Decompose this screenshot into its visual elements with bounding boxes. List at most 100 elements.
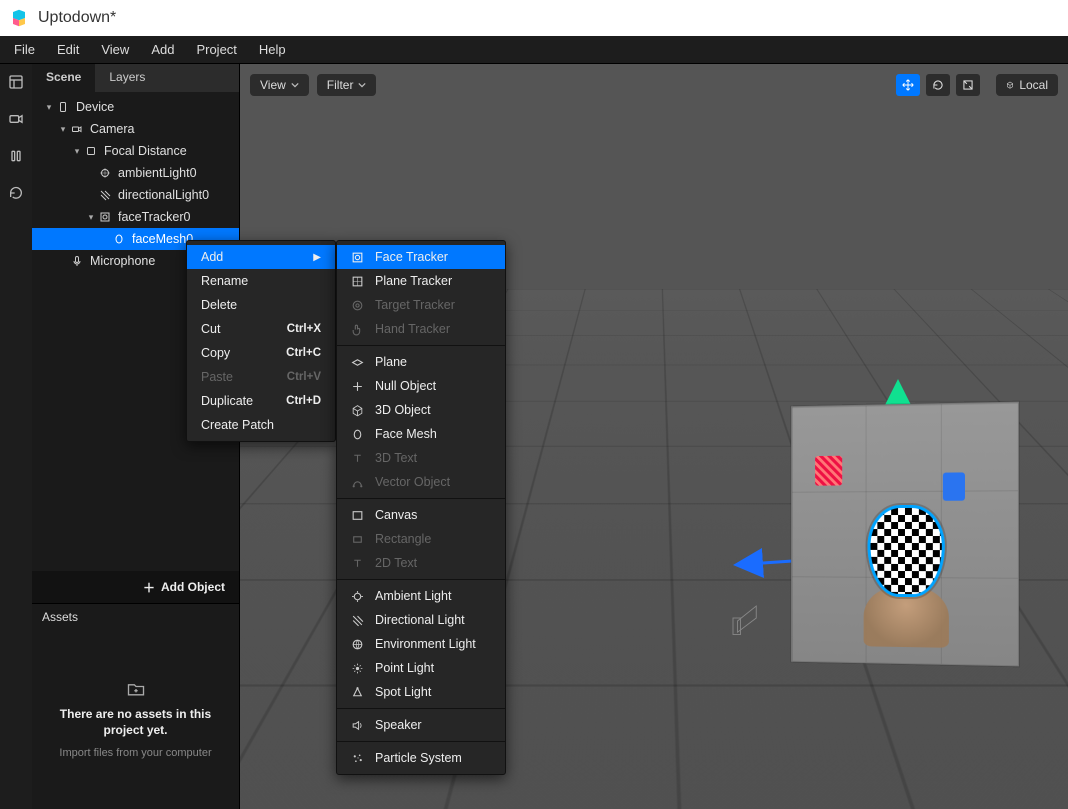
context-menu: Add ▶ Rename Delete CutCtrl+X CopyCtrl+C… — [186, 240, 336, 442]
face-mesh-icon — [110, 233, 128, 245]
layout-icon[interactable] — [8, 74, 24, 93]
sm-item-plane[interactable]: Plane — [337, 350, 505, 374]
title-bar: Uptodown* — [0, 0, 1068, 36]
text-2d-icon — [349, 557, 365, 570]
cm-item-add[interactable]: Add ▶ — [187, 245, 335, 269]
assets-panel-header[interactable]: Assets — [32, 603, 239, 629]
sm-item-speaker[interactable]: Speaker — [337, 713, 505, 737]
menu-project[interactable]: Project — [186, 38, 246, 61]
chevron-right-icon: ▶ — [305, 252, 321, 263]
sm-item-plane-tracker[interactable]: Plane Tracker — [337, 269, 505, 293]
cube-icon — [349, 404, 365, 417]
left-tool-strip — [0, 64, 32, 809]
environment-light-icon — [349, 638, 365, 651]
window-title: Uptodown* — [38, 9, 116, 27]
menu-bar: File Edit View Add Project Help — [0, 36, 1068, 64]
ambient-light-icon — [96, 167, 114, 179]
sm-item-spot-light[interactable]: Spot Light — [337, 680, 505, 704]
menu-help[interactable]: Help — [249, 38, 296, 61]
sm-item-2d-text: 2D Text — [337, 551, 505, 575]
add-submenu: Face Tracker Plane Tracker Target Tracke… — [336, 240, 506, 775]
menu-view[interactable]: View — [91, 38, 139, 61]
point-light-icon — [349, 662, 365, 675]
app-logo-icon — [10, 9, 28, 27]
cm-item-cut[interactable]: CutCtrl+X — [187, 317, 335, 341]
folder-icon — [125, 679, 147, 699]
tree-item-focal[interactable]: ▾ Focal Distance — [32, 140, 239, 162]
cube-icon — [1006, 81, 1014, 89]
cm-item-paste: PasteCtrl+V — [187, 365, 335, 389]
rotate-tool-button[interactable] — [926, 74, 950, 96]
marker-red — [815, 456, 842, 486]
menu-file[interactable]: File — [4, 38, 45, 61]
directional-light-icon — [96, 189, 114, 201]
cm-item-rename[interactable]: Rename — [187, 269, 335, 293]
sm-item-hand-tracker: Hand Tracker — [337, 317, 505, 341]
rectangle-icon — [349, 533, 365, 546]
refresh-icon[interactable] — [8, 185, 24, 204]
text-3d-icon — [349, 452, 365, 465]
sm-item-environment-light[interactable]: Environment Light — [337, 632, 505, 656]
filter-dropdown[interactable]: Filter — [317, 74, 377, 96]
pause-icon[interactable] — [8, 148, 24, 167]
sm-item-face-tracker[interactable]: Face Tracker — [337, 245, 505, 269]
sm-item-3d-text: 3D Text — [337, 446, 505, 470]
tree-item-device[interactable]: ▾ Device — [32, 96, 239, 118]
plane-tracker-icon — [349, 275, 365, 288]
sm-item-null-object[interactable]: Null Object — [337, 374, 505, 398]
scale-tool-button[interactable] — [956, 74, 980, 96]
cm-item-create-patch[interactable]: Create Patch — [187, 413, 335, 437]
view-dropdown[interactable]: View — [250, 74, 309, 96]
panel-tabs: Scene Layers — [32, 64, 239, 92]
face-mesh-icon — [349, 428, 365, 441]
cm-item-duplicate[interactable]: DuplicateCtrl+D — [187, 389, 335, 413]
sm-item-vector-object: Vector Object — [337, 470, 505, 494]
speaker-icon — [349, 719, 365, 732]
chevron-down-icon — [291, 81, 299, 89]
sm-item-point-light[interactable]: Point Light — [337, 656, 505, 680]
sm-item-directional-light[interactable]: Directional Light — [337, 608, 505, 632]
canvas-icon — [349, 509, 365, 522]
sm-item-3d-object[interactable]: 3D Object — [337, 398, 505, 422]
directional-light-icon — [349, 614, 365, 627]
sm-item-target-tracker: Target Tracker — [337, 293, 505, 317]
tree-item-facetracker[interactable]: ▾ faceTracker0 — [32, 206, 239, 228]
tree-item-camera[interactable]: ▾ Camera — [32, 118, 239, 140]
sm-item-rectangle: Rectangle — [337, 527, 505, 551]
assets-empty-title: There are no assets in this project yet. — [52, 707, 219, 738]
tab-layers[interactable]: Layers — [95, 64, 159, 92]
target-tracker-icon — [349, 299, 365, 312]
scene-plane — [791, 402, 1019, 667]
sm-item-ambient-light[interactable]: Ambient Light — [337, 584, 505, 608]
move-tool-button[interactable] — [896, 74, 920, 96]
menu-add[interactable]: Add — [141, 38, 184, 61]
null-object-icon — [349, 380, 365, 393]
microphone-icon — [68, 255, 86, 267]
tree-item-directional[interactable]: directionalLight0 — [32, 184, 239, 206]
viewport-toolbar-right: Local — [896, 74, 1058, 96]
sm-item-canvas[interactable]: Canvas — [337, 503, 505, 527]
cm-item-copy[interactable]: CopyCtrl+C — [187, 341, 335, 365]
tree-item-ambient[interactable]: ambientLight0 — [32, 162, 239, 184]
marker-blue — [943, 472, 965, 500]
local-toggle[interactable]: Local — [996, 74, 1058, 96]
camera-icon — [68, 123, 86, 135]
scene-facemesh — [868, 505, 945, 598]
hand-tracker-icon — [349, 323, 365, 336]
menu-edit[interactable]: Edit — [47, 38, 89, 61]
sm-item-face-mesh[interactable]: Face Mesh — [337, 422, 505, 446]
particle-icon — [349, 752, 365, 765]
vector-icon — [349, 476, 365, 489]
plane-icon — [349, 356, 365, 369]
video-icon[interactable] — [8, 111, 24, 130]
face-tracker-icon — [349, 251, 365, 264]
device-icon — [54, 101, 72, 113]
sm-item-particle-system[interactable]: Particle System — [337, 746, 505, 770]
face-tracker-icon — [96, 211, 114, 223]
tab-scene[interactable]: Scene — [32, 64, 95, 92]
ambient-light-icon — [349, 590, 365, 603]
chevron-down-icon — [358, 81, 366, 89]
plus-icon: ＋ — [143, 579, 155, 596]
cm-item-delete[interactable]: Delete — [187, 293, 335, 317]
add-object-button[interactable]: ＋ Add Object — [32, 571, 239, 603]
